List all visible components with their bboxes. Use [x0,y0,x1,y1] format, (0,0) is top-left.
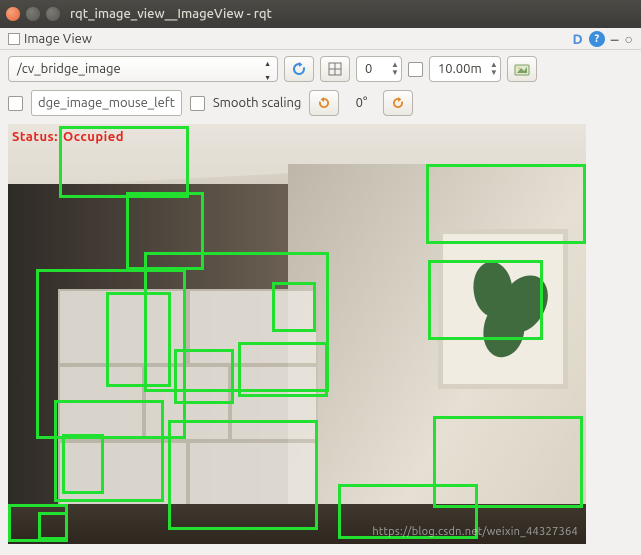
checkbox-dynamic-range[interactable] [408,62,423,77]
chevron-updown-icon: ▲▼ [264,55,271,83]
detection-box [38,512,68,540]
window-titlebar: rqt_image_view__ImageView - rqt [0,0,641,28]
window-minimize-button[interactable] [26,7,40,21]
rotation-value: 0° [347,96,375,110]
window-maximize-button[interactable] [46,7,60,21]
grid-button[interactable] [320,56,350,82]
detection-box [59,126,189,198]
refresh-button[interactable] [284,56,314,82]
mouse-topic-value: dge_image_mouse_left [38,96,175,110]
detection-box [106,292,171,387]
toolbar-row-1: /cv_bridge_image ▲▼ 0 ▲▼ 10.00m ▲▼ [0,50,641,88]
topic-combobox-value: /cv_bridge_image [17,62,121,76]
rotate-left-button[interactable] [309,90,339,116]
publish-mouse-checkbox[interactable] [8,96,23,111]
zoom-spinbox-value: 10.00m [438,62,486,76]
detection-box [168,420,318,530]
panel-close-icon[interactable]: ○ [625,31,633,47]
detection-box [428,260,543,340]
number-spinbox[interactable]: 0 ▲▼ [356,56,402,82]
rotate-right-icon [391,96,405,110]
topic-combobox[interactable]: /cv_bridge_image ▲▼ [8,56,278,82]
watermark-text: https://blog.csdn.net/weixin_44327364 [372,526,578,538]
detection-box [238,342,328,397]
dock-label[interactable]: D [573,31,583,47]
detection-box [426,164,586,244]
refresh-icon [291,61,307,77]
image-display[interactable]: Status: Occupied https://blog.csdn.net/w… [8,124,586,544]
number-spinbox-value: 0 [365,62,387,76]
rotate-right-button[interactable] [383,90,413,116]
zoom-spinbox[interactable]: 10.00m ▲▼ [429,56,501,82]
window-title: rqt_image_view__ImageView - rqt [70,7,272,21]
grid-icon [328,62,342,76]
panel-minimize-icon[interactable]: ‒ [611,31,619,47]
detection-box [174,349,234,404]
smooth-scaling-label: Smooth scaling [213,96,302,110]
spin-arrows-icon[interactable]: ▲▼ [391,61,399,77]
mouse-topic-input[interactable]: dge_image_mouse_left [31,90,182,116]
status-label-overlay: Status: [12,130,58,144]
detection-box [62,434,104,494]
panel-checkbox[interactable] [8,33,20,45]
smooth-scaling-checkbox[interactable] [190,96,205,111]
panel-header: Image View D ? ‒ ○ [0,28,641,50]
help-icon[interactable]: ? [589,31,605,47]
spin-arrows-icon[interactable]: ▲▼ [490,61,498,77]
save-image-icon [514,62,530,76]
toolbar-row-2: dge_image_mouse_left Smooth scaling 0° [0,88,641,122]
panel-title: Image View [24,32,92,46]
save-button[interactable] [507,56,537,82]
rotate-left-icon [317,96,331,110]
window-close-button[interactable] [6,7,20,21]
detection-box [272,282,316,332]
